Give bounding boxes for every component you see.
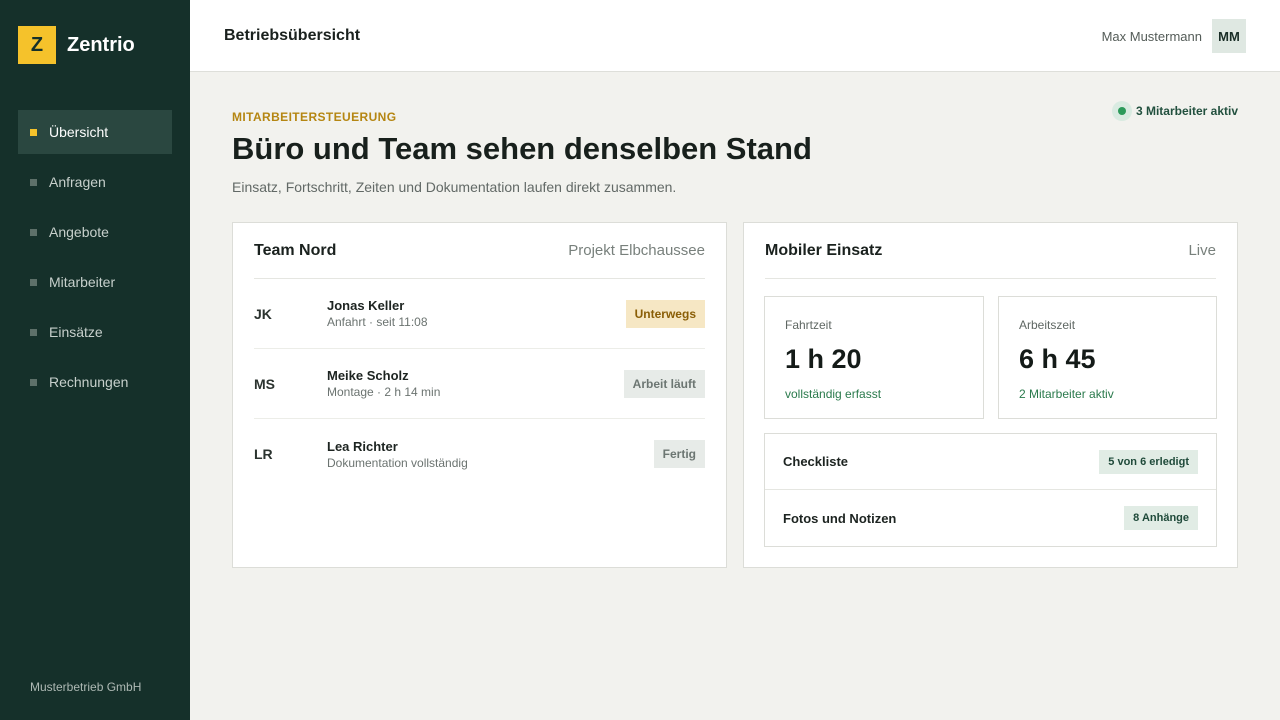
- stat-note: 2 Mitarbeiter aktiv: [1019, 387, 1114, 401]
- page-subtitle: Einsatz, Fortschritt, Zeiten und Dokumen…: [232, 179, 677, 195]
- user-menu[interactable]: Max Mustermann MM: [1102, 19, 1246, 53]
- stat-value: 6 h 45: [1019, 344, 1096, 374]
- member-detail: Montage · 2 h 14 min: [327, 385, 441, 399]
- member-name: Jonas Keller: [327, 298, 405, 313]
- section-eyebrow: MITARBEITERSTEUERUNG: [232, 110, 397, 124]
- mobile-card-header: Mobiler Einsatz Live: [765, 223, 1216, 279]
- stat-fahrtzeit: Fahrtzeit 1 h 20 vollständig erfasst: [764, 296, 984, 419]
- sidebar-item-angebote[interactable]: Angebote: [18, 210, 172, 254]
- member-detail: Dokumentation vollständig: [327, 455, 468, 470]
- sidebar-item-anfragen[interactable]: Anfragen: [18, 160, 172, 204]
- sidebar-item-label: Rechnungen: [49, 374, 129, 390]
- sidebar-item-label: Übersicht: [49, 124, 109, 140]
- status-dot-icon: [1111, 101, 1132, 121]
- company-name: Musterbetrieb GmbH: [30, 680, 142, 694]
- sidebar-item-mitarbeiter[interactable]: Mitarbeiter: [18, 260, 172, 304]
- photos-label: Fotos und Notizen: [783, 510, 897, 526]
- member-name: Lea Richter: [327, 438, 398, 454]
- checklist-badge: 5 von 6 erledigt: [1099, 449, 1198, 474]
- team-member-row[interactable]: JK Jonas Keller Anfahrt · seit 11:08 Unt…: [254, 279, 705, 349]
- member-info: Jonas Keller Anfahrt · seit 11:08: [327, 298, 626, 329]
- mobile-card: Mobiler Einsatz Live Fahrtzeit 1 h 20 vo…: [743, 222, 1238, 568]
- project-name: Projekt Elbchaussee: [568, 242, 705, 259]
- mobile-title: Mobiler Einsatz: [765, 241, 883, 259]
- stat-label: Fahrtzeit: [785, 318, 832, 332]
- member-name: Meike Scholz: [327, 368, 409, 383]
- stat-label: Arbeitszeit: [1019, 318, 1076, 332]
- header-title: Betriebsübersicht: [224, 27, 361, 44]
- stat-note: vollständig erfasst: [785, 387, 882, 401]
- checklist-label: Checkliste: [783, 454, 849, 469]
- sidebar-item-uebersicht[interactable]: Übersicht: [18, 110, 172, 154]
- sidebar-item-label: Einsätze: [49, 324, 103, 340]
- sidebar-item-label: Mitarbeiter: [49, 274, 116, 290]
- stat-arbeitszeit: Arbeitszeit 6 h 45 2 Mitarbeiter aktiv: [998, 296, 1217, 419]
- bullet-icon: [30, 228, 37, 236]
- team-card: Team Nord Projekt Elbchaussee JK Jonas K…: [232, 222, 727, 568]
- live-label: Live: [1188, 242, 1216, 259]
- avatar[interactable]: MM: [1212, 19, 1246, 53]
- bullet-icon: [30, 128, 37, 136]
- brand-name: Zentrio: [67, 33, 135, 56]
- team-member-row[interactable]: MS Meike Scholz Montage · 2 h 14 min Arb…: [254, 349, 705, 419]
- status-badge: Arbeit läuft: [623, 369, 705, 398]
- member-info: Lea Richter Dokumentation vollständig: [327, 439, 654, 470]
- sidebar-item-label: Angebote: [49, 224, 109, 240]
- task-list: Checkliste 5 von 6 erledigt Fotos und No…: [764, 433, 1217, 547]
- member-initials: JK: [254, 305, 272, 322]
- brand-logo-icon: Z: [18, 26, 56, 64]
- team-card-header: Team Nord Projekt Elbchaussee: [254, 223, 705, 279]
- top-header: Betriebsübersicht Max Mustermann MM: [190, 0, 1280, 72]
- active-status: 3 Mitarbeiter aktiv: [1111, 101, 1238, 121]
- bullet-icon: [30, 278, 37, 286]
- team-title: Team Nord: [254, 241, 337, 259]
- brand[interactable]: Z Zentrio: [18, 26, 135, 64]
- sidebar: Z Zentrio Übersicht Anfragen Angebote Mi…: [0, 0, 190, 720]
- status-badge: Fertig: [653, 440, 705, 468]
- checklist-row[interactable]: Checkliste 5 von 6 erledigt: [765, 434, 1216, 490]
- sidebar-item-label: Anfragen: [49, 174, 106, 190]
- page-title: Büro und Team sehen denselben Stand: [232, 131, 812, 166]
- sidebar-item-rechnungen[interactable]: Rechnungen: [18, 360, 172, 404]
- stat-value: 1 h 20: [785, 344, 862, 374]
- sidebar-nav: Übersicht Anfragen Angebote Mitarbeiter …: [18, 110, 172, 410]
- member-initials: LR: [254, 446, 273, 462]
- team-member-row[interactable]: LR Lea Richter Dokumentation vollständig…: [254, 419, 705, 489]
- bullet-icon: [30, 378, 37, 386]
- member-initials: MS: [254, 375, 275, 392]
- active-status-label: 3 Mitarbeiter aktiv: [1135, 104, 1238, 118]
- photos-badge: 8 Anhänge: [1124, 506, 1198, 530]
- photos-row[interactable]: Fotos und Notizen 8 Anhänge: [765, 490, 1216, 546]
- member-detail: Anfahrt · seit 11:08: [327, 315, 428, 329]
- user-name: Max Mustermann: [1101, 28, 1202, 44]
- status-badge: Unterwegs: [625, 299, 705, 328]
- sidebar-item-einsaetze[interactable]: Einsätze: [18, 310, 172, 354]
- member-info: Meike Scholz Montage · 2 h 14 min: [327, 368, 624, 399]
- bullet-icon: [30, 178, 37, 186]
- bullet-icon: [30, 328, 37, 336]
